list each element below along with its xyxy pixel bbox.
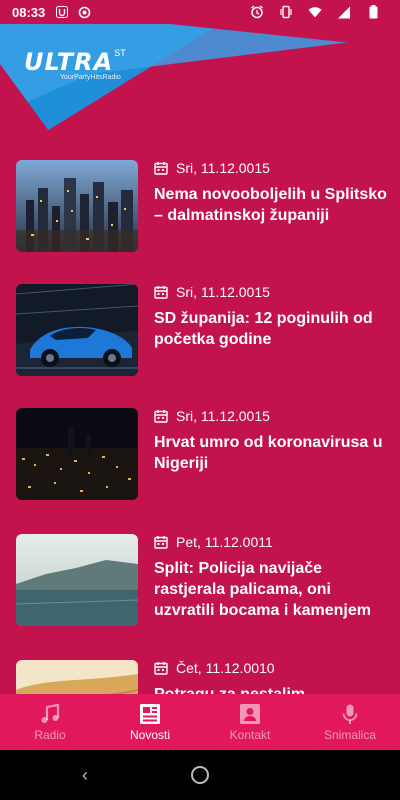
article-item[interactable]: Čet, 11.12.0010 Potragu za nestalim (16, 660, 386, 694)
article-title[interactable]: Hrvat umro od koronavirusa u Nigeriji (154, 432, 390, 474)
article-thumbnail[interactable] (16, 284, 138, 376)
news-feed[interactable]: Sri, 11.12.0015 Nema novooboljelih u Spl… (0, 160, 400, 694)
nav-snimalica-label: Snimalica (323, 727, 377, 742)
nav-kontakt[interactable]: Kontakt (200, 694, 300, 750)
data-saver-icon (77, 5, 91, 19)
calendar-icon (154, 162, 168, 175)
article-title[interactable]: SD županija: 12 poginulih od početka god… (154, 308, 390, 350)
article-title[interactable]: Nema novooboljelih u Splitsko – dalmatin… (154, 184, 390, 226)
system-navigation-bar: ‹ (0, 750, 400, 800)
microphone-icon (342, 704, 358, 724)
article-item[interactable]: Pet, 11.12.0011 Split: Policija navijače… (16, 534, 386, 642)
article-date-text: Sri, 11.12.0015 (176, 160, 270, 176)
nav-radio-label: Radio (34, 727, 66, 742)
article-date-text: Sri, 11.12.0015 (176, 408, 270, 424)
alarm-icon (250, 5, 264, 19)
logo-word: ULTRA (24, 48, 114, 76)
nav-novosti[interactable]: Novosti (100, 694, 200, 750)
article-item[interactable]: Sri, 11.12.0015 Hrvat umro od koronaviru… (16, 408, 386, 516)
signal-icon (337, 5, 351, 19)
status-bar: 08:33 (0, 0, 400, 24)
article-date-text: Sri, 11.12.0015 (176, 284, 270, 300)
nav-kontakt-label: Kontakt (229, 727, 271, 742)
ultra-logo: ULTRAST YourPartyHitsRadio (24, 48, 126, 81)
article-date-text: Pet, 11.12.0011 (176, 534, 273, 550)
logo-tagline: YourPartyHitsRadio (60, 74, 121, 81)
article-date: Sri, 11.12.0015 (154, 160, 270, 176)
article-item[interactable]: Sri, 11.12.0015 SD županija: 12 poginuli… (16, 284, 386, 392)
wifi-icon (308, 5, 322, 19)
calendar-icon (154, 410, 168, 423)
calendar-icon (154, 536, 168, 549)
article-date: Sri, 11.12.0015 (154, 284, 270, 300)
app-header: ULTRAST YourPartyHitsRadio (0, 24, 400, 160)
contact-icon (240, 703, 260, 724)
article-item[interactable]: Sri, 11.12.0015 Nema novooboljelih u Spl… (16, 160, 387, 268)
article-thumbnail[interactable] (16, 408, 138, 500)
nav-radio[interactable]: Radio (0, 694, 100, 750)
article-date: Sri, 11.12.0015 (154, 408, 270, 424)
article-date: Pet, 11.12.0011 (154, 534, 273, 550)
ultra-notification-icon (55, 5, 69, 19)
header-background-shapes (0, 24, 400, 160)
nav-novosti-label: Novosti (129, 727, 170, 742)
article-title[interactable]: Potragu za nestalim (154, 684, 390, 694)
nav-snimalica[interactable]: Snimalica (300, 694, 400, 750)
article-date: Čet, 11.12.0010 (154, 660, 275, 676)
music-note-icon (41, 703, 60, 723)
logo-superscript: ST (114, 48, 126, 58)
bottom-navigation: Radio Novosti Kontakt Snimalica (0, 694, 400, 750)
status-time: 08:33 (12, 4, 46, 20)
article-thumbnail[interactable] (16, 660, 138, 694)
article-thumbnail[interactable] (16, 160, 138, 252)
article-thumbnail[interactable] (16, 534, 138, 626)
calendar-icon (154, 662, 168, 675)
home-icon[interactable] (191, 766, 209, 784)
newspaper-icon (140, 703, 160, 724)
back-icon[interactable]: ‹ (82, 765, 88, 786)
battery-icon (366, 5, 380, 19)
article-title[interactable]: Split: Policija navijače rastjerala pali… (154, 558, 390, 621)
article-date-text: Čet, 11.12.0010 (176, 660, 275, 676)
vibrate-icon (279, 5, 293, 19)
calendar-icon (154, 286, 168, 299)
